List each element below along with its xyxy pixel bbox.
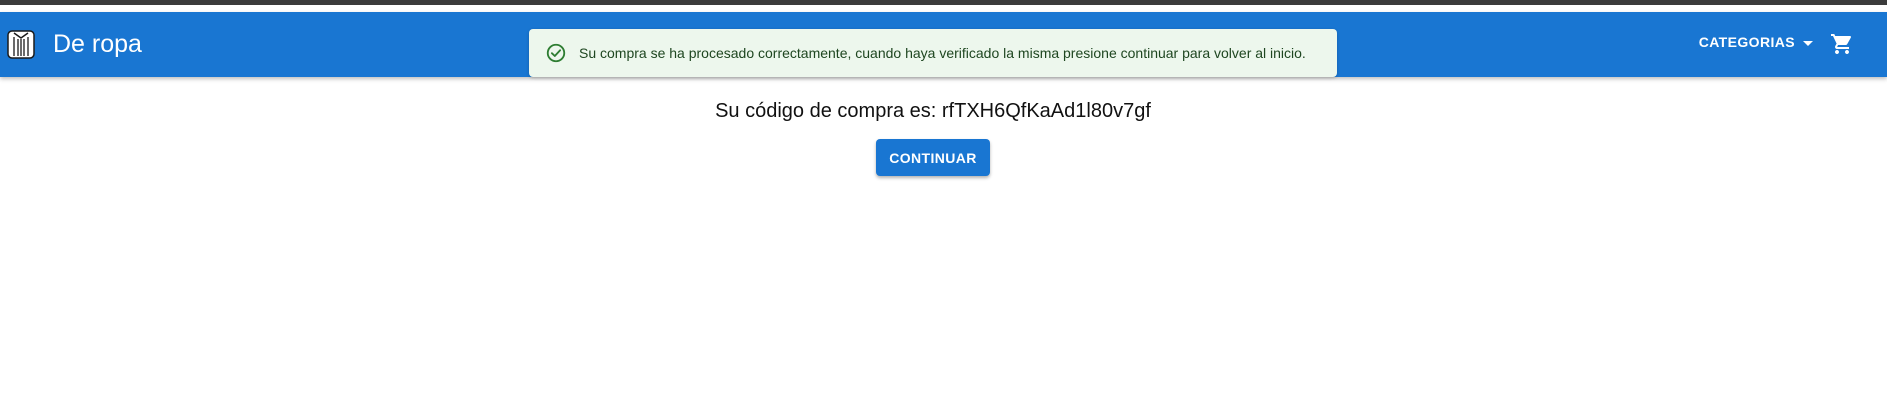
shirt-icon[interactable] [6,28,36,60]
caret-down-icon [1803,40,1813,46]
alert-message: Su compra se ha procesado correctamente,… [579,45,1306,61]
purchase-code-value: rfTXH6QfKaAd1l80v7gf [941,100,1151,122]
window-top-strip [0,0,1887,5]
brand-title[interactable]: De ropa [53,30,142,58]
categories-label: CATEGORIAS [1698,34,1795,50]
continue-button[interactable]: CONTINUAR [876,139,990,176]
success-alert: Su compra se ha procesado correctamente,… [529,29,1337,77]
check-circle-icon [545,42,567,64]
purchase-code-line: Su código de compra es: rfTXH6QfKaAd1l80… [0,100,1866,123]
cart-icon[interactable] [1830,32,1854,56]
categories-menu-button[interactable]: CATEGORIAS [1699,34,1813,50]
purchase-code-prefix: Su código de compra es: [715,100,942,122]
